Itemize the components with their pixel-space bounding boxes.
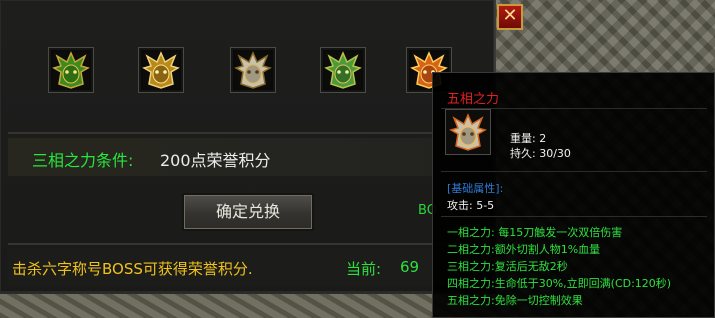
footer-bar: 击杀六字称号BOSS可获得荣誉积分. 当前: 69: [8, 248, 486, 286]
divider-top: [8, 132, 486, 134]
condition-row: 三相之力条件: 200点荣誉积分: [8, 138, 486, 176]
mask-slot-3[interactable]: [230, 47, 276, 93]
close-button[interactable]: ✕: [497, 4, 523, 30]
stone-background-bottom: [0, 290, 480, 318]
tooltip-effect-line: 一相之力: 每15刀触发一次双倍伤害: [447, 226, 623, 239]
tooltip-separator: [441, 171, 707, 172]
condition-label: 三相之力条件:: [32, 151, 134, 170]
divider-bottom: [8, 243, 486, 245]
item-tooltip: 五相之力 重量: 2 持久: 30/30 [基础属性]: 攻击: 5-5 一相之…: [432, 72, 715, 318]
tooltip-effect-line: 二相之力:额外切割人物1%血量: [447, 243, 601, 256]
honor-hint-text: 击杀六字称号BOSS可获得荣誉积分.: [12, 260, 253, 278]
gold-mask-icon: [142, 51, 180, 89]
tooltip-title: 五相之力: [447, 92, 500, 107]
jade-mask-icon: [324, 51, 362, 89]
tooltip-effect-line: 五相之力:免除一切控制效果: [447, 294, 583, 307]
current-points-value: 69: [400, 258, 420, 276]
close-icon: ✕: [502, 5, 518, 26]
tooltip-effect-line: 三相之力:复活后无敌2秒: [447, 260, 568, 273]
silver-mask-icon: [234, 51, 272, 89]
tooltip-weight: 重量: 2: [510, 132, 547, 145]
tooltip-item-icon-frame: [445, 109, 491, 155]
condition-value: 200点荣誉积分: [160, 151, 271, 170]
mask-slot-1[interactable]: [48, 47, 94, 93]
tooltip-section-header: [基础属性]:: [447, 182, 504, 195]
green-gold-mask-icon: [52, 51, 90, 89]
tooltip-attack: 攻击: 5-5: [447, 199, 495, 212]
silver-mask-icon: [449, 113, 487, 151]
honor-exchange-panel: 三相之力条件: 200点荣誉积分 确定兑换 BO 击杀六字称号BOSS可获得荣誉…: [0, 0, 496, 294]
current-points-label: 当前:: [346, 260, 382, 278]
tooltip-effect-line: 四相之力:生命低于30%,立即回满(CD:120秒): [447, 277, 672, 290]
tooltip-separator: [441, 216, 707, 217]
mask-slot-4[interactable]: [320, 47, 366, 93]
mask-slot-2[interactable]: [138, 47, 184, 93]
confirm-exchange-button[interactable]: 确定兑换: [182, 193, 314, 231]
tooltip-durability: 持久: 30/30: [510, 147, 571, 160]
